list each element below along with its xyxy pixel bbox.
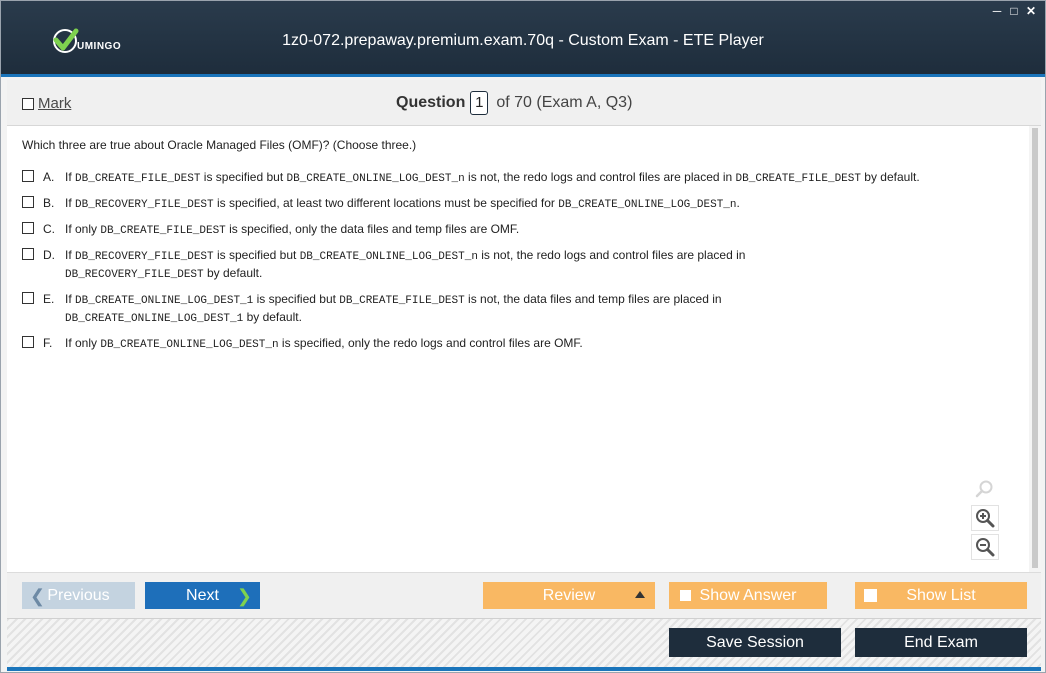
option-checkbox[interactable] <box>22 196 34 208</box>
answer-option-a[interactable]: A. If DB_CREATE_FILE_DEST is specified b… <box>22 169 1012 187</box>
option-text: If DB_RECOVERY_FILE_DEST is specified, a… <box>65 196 740 211</box>
next-button[interactable]: Next ❯ <box>145 582 260 609</box>
option-letter: B. <box>43 196 55 210</box>
answer-option-f[interactable]: F. If only DB_CREATE_ONLINE_LOG_DEST_n i… <box>22 335 1012 353</box>
maximize-icon[interactable]: □ <box>1008 5 1020 17</box>
option-text: If DB_RECOVERY_FILE_DEST is specified bu… <box>65 248 746 281</box>
question-navigator: Question 1 of 70 (Exam A, Q3) <box>396 91 632 115</box>
option-letter: E. <box>43 292 55 306</box>
option-text: If DB_CREATE_FILE_DEST is specified but … <box>65 170 920 185</box>
option-letter: A. <box>43 170 55 184</box>
answer-option-d[interactable]: D. If DB_RECOVERY_FILE_DEST is specified… <box>22 247 1012 283</box>
previous-label: Previous <box>47 586 110 604</box>
title-bar: UMINGO 1z0-072.prepaway.premium.exam.70q… <box>1 1 1045 77</box>
zoom-controls <box>971 476 1001 563</box>
mark-checkbox-box[interactable] <box>22 97 34 110</box>
scrollbar-thumb[interactable] <box>1032 128 1038 568</box>
mark-label: Mark <box>38 95 72 112</box>
option-letter: F. <box>43 336 53 350</box>
save-session-label: Save Session <box>706 633 804 651</box>
chevron-left-icon: ❮ <box>30 586 46 606</box>
window-controls: ─ □ ✕ <box>991 5 1037 17</box>
option-letter: C. <box>43 222 55 236</box>
question-text: Which three are true about Oracle Manage… <box>22 138 417 152</box>
caret-up-icon <box>635 591 645 598</box>
close-icon[interactable]: ✕ <box>1025 5 1037 17</box>
save-session-button[interactable]: Save Session <box>669 628 841 657</box>
answer-option-c[interactable]: C. If only DB_CREATE_FILE_DEST is specif… <box>22 221 1012 239</box>
show-list-button[interactable]: Show List <box>855 582 1027 609</box>
app-window: UMINGO 1z0-072.prepaway.premium.exam.70q… <box>0 0 1046 673</box>
previous-button[interactable]: ❮ Previous <box>22 582 135 609</box>
option-text: If DB_CREATE_ONLINE_LOG_DEST_1 is specif… <box>65 292 722 325</box>
vertical-scrollbar[interactable] <box>1029 126 1041 572</box>
option-text: If only DB_CREATE_ONLINE_LOG_DEST_n is s… <box>65 336 583 351</box>
show-answer-button[interactable]: Show Answer <box>669 582 827 609</box>
option-checkbox[interactable] <box>22 170 34 182</box>
answer-option-b[interactable]: B. If DB_RECOVERY_FILE_DEST is specified… <box>22 195 1012 213</box>
question-header: Mark Question 1 of 70 (Exam A, Q3) <box>7 80 1041 126</box>
navigation-bar: ❮ Previous Next ❯ Review Show Answer Sho… <box>7 572 1041 618</box>
minimize-icon[interactable]: ─ <box>991 5 1003 17</box>
option-checkbox[interactable] <box>22 222 34 234</box>
review-label: Review <box>542 586 596 604</box>
zoom-out-icon[interactable] <box>971 534 999 560</box>
option-checkbox[interactable] <box>22 248 34 260</box>
bottom-accent-line <box>7 667 1041 671</box>
footer-bar: Save Session End Exam <box>7 618 1041 667</box>
option-letter: D. <box>43 248 55 262</box>
search-icon[interactable] <box>971 476 999 502</box>
show-answer-label: Show Answer <box>699 586 797 604</box>
end-exam-button[interactable]: End Exam <box>855 628 1027 657</box>
option-checkbox[interactable] <box>22 336 34 348</box>
answer-option-e[interactable]: E. If DB_CREATE_ONLINE_LOG_DEST_1 is spe… <box>22 291 1012 327</box>
review-button[interactable]: Review <box>483 582 655 609</box>
zoom-in-icon[interactable] <box>971 505 999 531</box>
question-total: of 70 (Exam A, Q3) <box>496 94 633 111</box>
window-title: 1z0-072.prepaway.premium.exam.70q - Cust… <box>282 32 764 49</box>
option-text: If only DB_CREATE_FILE_DEST is specified… <box>65 222 520 237</box>
show-list-label: Show List <box>906 586 976 604</box>
list-grid-icon <box>864 589 877 602</box>
checkbox-icon <box>680 590 691 601</box>
chevron-right-icon: ❯ <box>236 586 252 606</box>
question-label: Question <box>396 94 466 111</box>
answer-options: A. If DB_CREATE_FILE_DEST is specified b… <box>22 169 1012 361</box>
mark-checkbox[interactable]: Mark <box>22 95 71 112</box>
question-content: Which three are true about Oracle Manage… <box>7 126 1029 572</box>
end-exam-label: End Exam <box>904 633 978 651</box>
question-number-input[interactable]: 1 <box>470 91 489 115</box>
next-label: Next <box>186 586 219 604</box>
option-checkbox[interactable] <box>22 292 34 304</box>
